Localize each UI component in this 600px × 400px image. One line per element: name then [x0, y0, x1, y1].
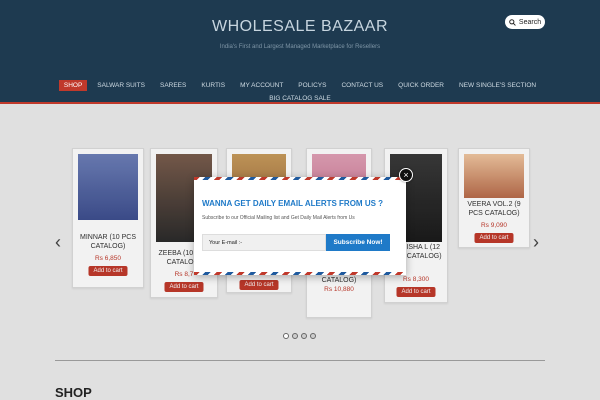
carousel-dot[interactable] [283, 333, 289, 339]
carousel-pagination [283, 333, 316, 339]
search-button[interactable]: Search [505, 15, 545, 29]
section-divider [55, 360, 545, 361]
search-label: Search [518, 18, 542, 26]
nav-item-big-catalog-sale[interactable]: BIG CATALOG SALE [264, 93, 336, 104]
airmail-border-top [194, 177, 406, 180]
email-field[interactable]: Your E-mail :- [202, 234, 326, 251]
nav-item-sarees[interactable]: SAREES [155, 80, 191, 91]
close-icon[interactable]: × [399, 168, 413, 182]
airmail-border-bottom [194, 272, 406, 275]
main-nav-row2: BIG CATALOG SALE [0, 93, 600, 104]
nav-item-policys[interactable]: POLICYS [293, 80, 331, 91]
nav-item-my-account[interactable]: MY ACCOUNT [235, 80, 288, 91]
search-icon [509, 18, 516, 26]
nav-item-shop[interactable]: SHOP [58, 80, 88, 91]
email-alert-modal: WANNA GET DAILY EMAIL ALERTS FROM US ? S… [194, 177, 406, 275]
nav-item-kurtis[interactable]: KURTIS [196, 80, 230, 91]
modal-description: Subscribe to our Official Mailing list a… [202, 215, 355, 221]
email-placeholder: Your E-mail :- [209, 239, 243, 246]
nav-item-quick-order[interactable]: QUICK ORDER [393, 80, 449, 91]
nav-item-salwar-suits[interactable]: SALWAR SUITS [92, 80, 150, 91]
carousel-dot[interactable] [301, 333, 307, 339]
main-nav: SHOP SALWAR SUITS SAREES KURTIS MY ACCOU… [0, 80, 600, 91]
nav-item-new-singles[interactable]: NEW SINGLE'S SECTION [454, 80, 541, 91]
nav-item-contact-us[interactable]: CONTACT US [336, 80, 388, 91]
section-heading: SHOP [55, 385, 92, 400]
modal-title: WANNA GET DAILY EMAIL ALERTS FROM US ? [202, 199, 384, 208]
site-tagline: India's First and Largest Managed Market… [219, 44, 381, 50]
carousel-dot[interactable] [292, 333, 298, 339]
subscribe-button[interactable]: Subscribe Now! [326, 234, 390, 251]
carousel-dot[interactable] [310, 333, 316, 339]
